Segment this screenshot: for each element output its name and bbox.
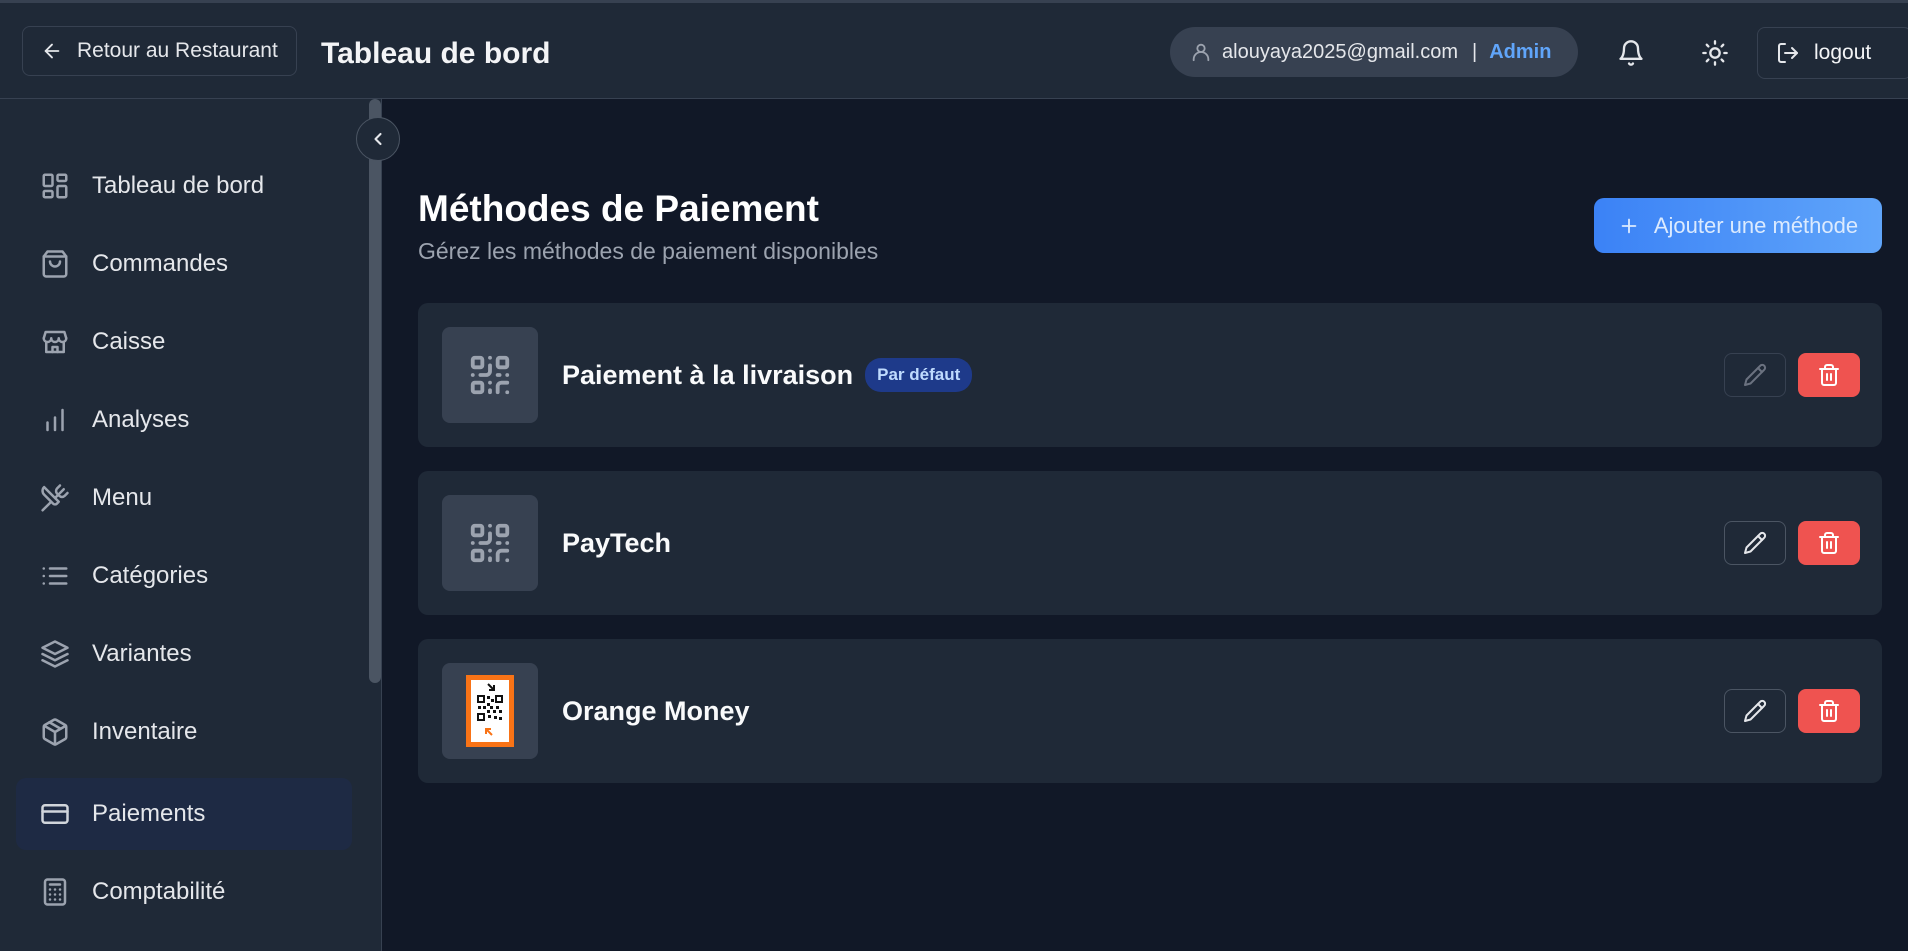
back-button-label: Retour au Restaurant — [77, 39, 278, 62]
pencil-icon — [1743, 531, 1767, 555]
credit-card-icon — [40, 799, 70, 829]
method-name-row: Paiement à la livraison Par défaut — [562, 303, 973, 447]
chevron-left-icon — [368, 129, 388, 149]
pencil-icon — [1743, 699, 1767, 723]
page-title: Tableau de bord — [321, 37, 551, 70]
sun-icon — [1701, 39, 1729, 67]
logout-label: logout — [1814, 41, 1872, 64]
sidebar-item-analyses[interactable]: Analyses — [16, 384, 352, 456]
arrow-left-icon — [41, 40, 63, 62]
delete-method-button[interactable] — [1798, 521, 1860, 565]
bell-icon — [1617, 39, 1645, 67]
sidebar-item-label: Inventaire — [92, 718, 198, 745]
sidebar: Tableau de bord Commandes Caisse Analyse… — [0, 99, 382, 951]
sidebar-item-menu[interactable]: Menu — [16, 462, 352, 534]
method-name: PayTech — [562, 527, 672, 558]
pencil-icon — [1743, 363, 1767, 387]
method-icon-box — [442, 327, 538, 423]
sidebar-item-categories[interactable]: Catégories — [16, 540, 352, 612]
sidebar-item-tableau-de-bord[interactable]: Tableau de bord — [16, 150, 352, 222]
theme-toggle-button[interactable] — [1693, 31, 1737, 75]
sidebar-item-label: Comptabilité — [92, 878, 226, 905]
add-method-button[interactable]: Ajouter une méthode — [1594, 198, 1882, 253]
sidebar-item-label: Caisse — [92, 328, 166, 355]
payment-method-card: PayTech — [418, 471, 1882, 615]
method-icon-box — [442, 495, 538, 591]
trash-icon — [1817, 699, 1841, 723]
orange-money-logo — [466, 675, 514, 747]
edit-method-button[interactable] — [1724, 353, 1786, 397]
method-name: Paiement à la livraison — [562, 359, 854, 390]
user-email: alouyaya2025@gmail.com — [1222, 40, 1458, 63]
payment-method-card: Paiement à la livraison Par défaut — [418, 303, 1882, 447]
user-icon — [1190, 41, 1212, 63]
sidebar-item-commandes[interactable]: Commandes — [16, 228, 352, 300]
sidebar-scrollbar-thumb[interactable] — [369, 99, 381, 683]
sidebar-item-paiements[interactable]: Paiements — [16, 778, 352, 850]
logout-button[interactable]: logout — [1757, 27, 1908, 79]
sidebar-item-label: Catégories — [92, 562, 209, 589]
list-icon — [40, 561, 70, 591]
package-icon — [40, 717, 70, 747]
collapse-sidebar-button[interactable] — [356, 117, 400, 161]
sidebar-item-label: Commandes — [92, 250, 229, 277]
delete-method-button[interactable] — [1798, 353, 1860, 397]
layers-icon — [40, 639, 70, 669]
section-subtitle: Gérez les méthodes de paiement disponibl… — [418, 238, 879, 264]
qr-code-icon — [467, 520, 513, 566]
method-name-row: Orange Money — [562, 639, 750, 783]
payment-method-card: Orange Money — [418, 639, 1882, 783]
edit-method-button[interactable] — [1724, 521, 1786, 565]
method-name: Orange Money — [562, 695, 750, 726]
calculator-icon — [40, 877, 70, 907]
user-role: Admin — [1489, 40, 1552, 63]
sidebar-item-caisse[interactable]: Caisse — [16, 306, 352, 378]
section-title: Méthodes de Paiement — [418, 188, 819, 229]
default-badge: Par défaut — [865, 358, 973, 392]
utensils-icon — [40, 483, 70, 513]
user-separator: | — [1472, 40, 1478, 63]
notifications-button[interactable] — [1609, 31, 1653, 75]
plus-icon — [1618, 215, 1640, 237]
trash-icon — [1817, 363, 1841, 387]
top-header: Retour au Restaurant Tableau de bord alo… — [0, 0, 1908, 99]
add-method-label: Ajouter une méthode — [1653, 212, 1859, 238]
sidebar-item-label: Analyses — [92, 406, 190, 433]
sidebar-item-label: Menu — [92, 484, 153, 511]
trash-icon — [1817, 531, 1841, 555]
qr-code-icon — [467, 352, 513, 398]
dashboard-icon — [40, 171, 70, 201]
back-to-restaurant-button[interactable]: Retour au Restaurant — [22, 26, 297, 76]
sidebar-item-variantes[interactable]: Variantes — [16, 618, 352, 690]
sidebar-item-label: Paiements — [92, 800, 206, 827]
sidebar-item-comptabilite[interactable]: Comptabilité — [16, 856, 352, 928]
sidebar-item-inventaire[interactable]: Inventaire — [16, 696, 352, 768]
shopping-bag-icon — [40, 249, 70, 279]
edit-method-button[interactable] — [1724, 689, 1786, 733]
sidebar-item-label: Variantes — [92, 640, 192, 667]
bar-chart-icon — [40, 405, 70, 435]
method-icon-box — [442, 663, 538, 759]
logout-icon — [1776, 41, 1800, 65]
sidebar-item-label: Tableau de bord — [92, 172, 265, 199]
delete-method-button[interactable] — [1798, 689, 1860, 733]
store-icon — [40, 327, 70, 357]
method-name-row: PayTech — [562, 471, 671, 615]
user-info-pill: alouyaya2025@gmail.com | Admin — [1170, 27, 1578, 77]
